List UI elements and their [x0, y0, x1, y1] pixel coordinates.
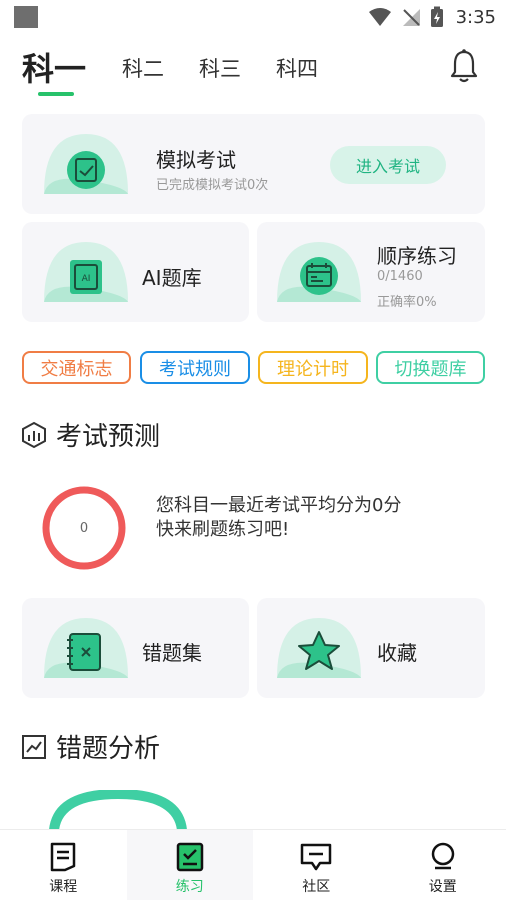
chip-exam-rules[interactable]: 考试规则 — [140, 351, 250, 384]
nav-community[interactable]: 社区 — [253, 830, 380, 900]
nav-community-label: 社区 — [302, 879, 331, 895]
nav-practice[interactable]: 练习 — [126, 830, 253, 900]
wrong-set-card[interactable]: 错题集 — [22, 598, 249, 698]
nav-practice-label: 练习 — [175, 879, 204, 895]
sequential-progress: 0/1460 — [377, 269, 423, 284]
chip-traffic-signs[interactable]: 交通标志 — [22, 351, 131, 384]
bottom-navigation: 课程 练习 社区 设置 — [0, 829, 506, 900]
tab-subject-2[interactable]: 科二 — [122, 53, 164, 83]
analysis-chart-icon — [22, 734, 46, 759]
no-signal-icon — [402, 9, 420, 26]
ai-bank-title: AI题库 — [142, 266, 202, 290]
sequential-title: 顺序练习 — [377, 244, 457, 268]
status-bar: 3:35 — [0, 0, 506, 34]
analysis-donut — [49, 790, 187, 830]
exam-prediction-heading: 考试预测 — [20, 416, 160, 453]
ai-bank-card[interactable]: AI AI题库 — [22, 222, 249, 322]
notebook-icon — [44, 618, 128, 678]
prediction-line-1: 您科目一最近考试平均分为0分 — [156, 495, 402, 516]
sequential-accuracy: 正确率0% — [377, 295, 437, 310]
nav-settings[interactable]: 设置 — [380, 830, 506, 900]
tab-subject-3[interactable]: 科三 — [199, 53, 241, 83]
wrong-analysis-heading: 错题分析 — [20, 728, 160, 765]
ai-bank-icon: AI — [44, 242, 128, 302]
document-icon — [51, 842, 76, 872]
checklist-icon — [176, 842, 203, 872]
active-tab-indicator — [38, 92, 74, 96]
mock-exam-title: 模拟考试 — [156, 148, 236, 172]
status-icons: 3:35 — [368, 5, 496, 29]
predicted-score: 0 — [79, 520, 89, 536]
nav-settings-label: 设置 — [428, 879, 457, 895]
subject-tabs: 科一 科二 科三 科四 — [0, 40, 506, 100]
chat-icon — [301, 843, 332, 871]
bell-icon[interactable] — [448, 48, 480, 84]
prediction-message: 您科目一最近考试平均分为0分 快来刷题练习吧! — [156, 494, 401, 542]
nav-course[interactable]: 课程 — [0, 830, 127, 900]
wifi-icon — [368, 8, 391, 26]
bulb-icon — [431, 842, 454, 870]
tab-subject-4[interactable]: 科四 — [276, 53, 318, 83]
exam-icon — [44, 134, 128, 194]
wrong-analysis-title: 错题分析 — [56, 734, 161, 764]
nav-course-label: 课程 — [49, 879, 78, 895]
mock-exam-subtitle: 已完成模拟考试0次 — [156, 178, 269, 193]
enter-exam-button[interactable]: 进入考试 — [330, 146, 446, 184]
mock-exam-card[interactable]: 模拟考试 已完成模拟考试0次 进入考试 — [22, 114, 485, 214]
favorites-card[interactable]: 收藏 — [257, 598, 485, 698]
favorites-title: 收藏 — [377, 641, 417, 665]
clock: 3:35 — [455, 6, 496, 28]
battery-charging-icon — [430, 6, 443, 27]
sequential-practice-card[interactable]: 顺序练习 0/1460 正确率0% — [257, 222, 485, 322]
chip-theory-timer[interactable]: 理论计时 — [258, 351, 368, 384]
prediction-chart-icon — [22, 421, 46, 448]
exam-prediction-title: 考试预测 — [56, 422, 161, 452]
tab-subject-1[interactable]: 科一 — [22, 44, 86, 90]
svg-text:AI: AI — [82, 274, 91, 284]
calendar-icon — [277, 242, 361, 302]
wrong-set-title: 错题集 — [142, 641, 202, 665]
prediction-line-2: 快来刷题练习吧! — [156, 519, 290, 540]
notification-icon — [14, 6, 38, 28]
chip-switch-bank[interactable]: 切换题库 — [376, 351, 485, 384]
star-icon — [277, 618, 361, 678]
